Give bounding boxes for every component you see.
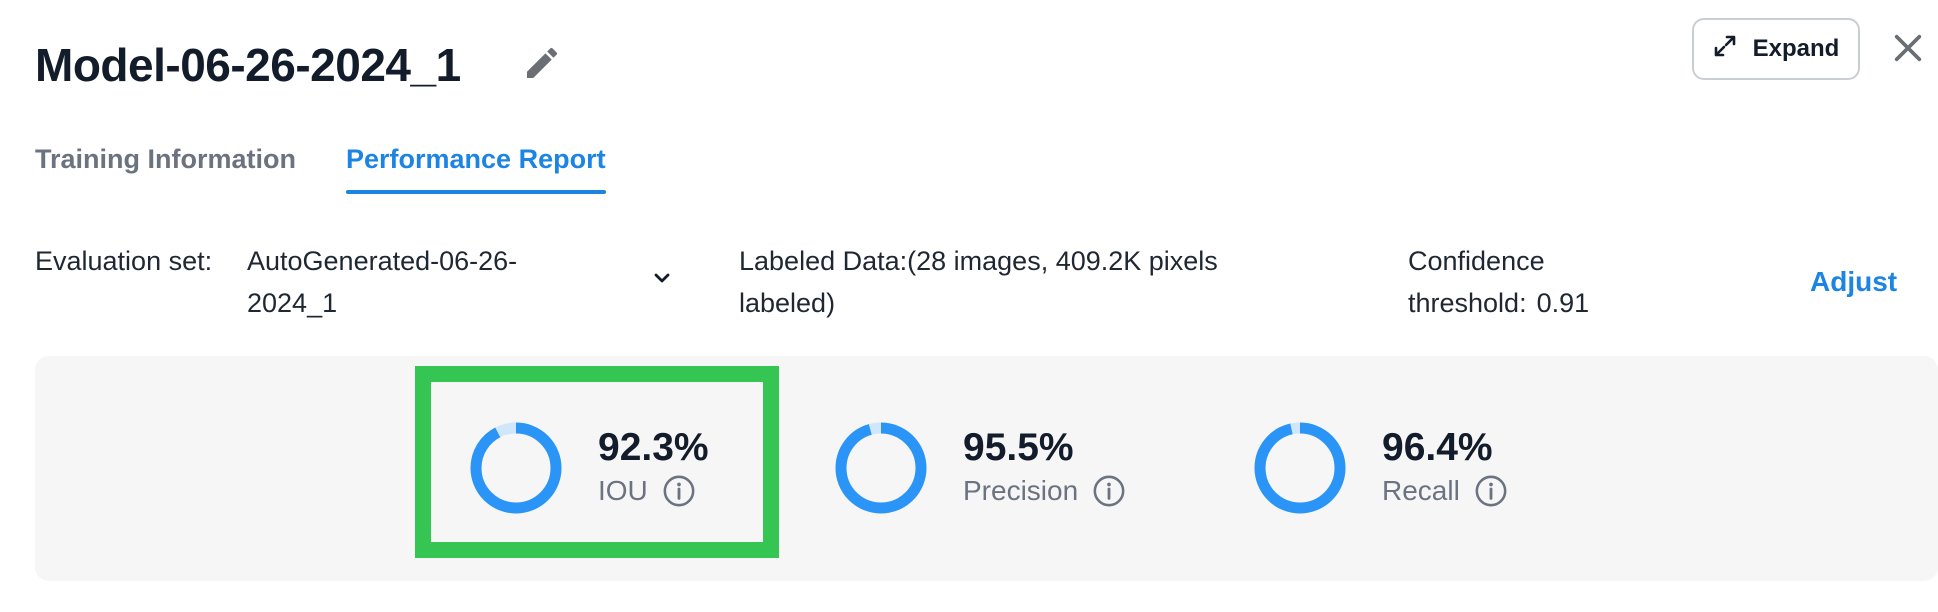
recall-label: Recall	[1382, 475, 1460, 506]
info-icon[interactable]	[1474, 474, 1508, 508]
chevron-down-icon	[650, 266, 674, 295]
labeled-data-info: Labeled Data:(28 images, 409.2K pixels l…	[739, 246, 1218, 318]
tab-performance-report[interactable]: Performance Report	[346, 136, 606, 194]
recall-progress-ring	[1254, 422, 1346, 514]
expand-button[interactable]: Expand	[1692, 18, 1860, 80]
ring-progress-arc	[1254, 422, 1346, 514]
info-icon[interactable]	[1092, 474, 1126, 508]
recall-value: 96.4%	[1382, 426, 1493, 469]
iou-label: IOU	[598, 475, 648, 506]
expand-label: Expand	[1752, 35, 1840, 62]
precision-label: Precision	[963, 475, 1079, 506]
tab-bar: Training Information Performance Report	[35, 136, 606, 194]
tab-training-information[interactable]: Training Information	[35, 136, 296, 194]
confidence-threshold-value: 0.91	[1536, 288, 1590, 318]
close-icon	[1891, 31, 1925, 70]
metric-recall: 96.4% Recall	[1250, 418, 1508, 518]
confidence-threshold-label: Confidence threshold:	[1408, 246, 1545, 318]
metric-iou: 92.3% IOU	[466, 418, 709, 518]
precision-progress-ring	[835, 422, 927, 514]
ring-progress-arc	[835, 422, 927, 514]
info-icon[interactable]	[662, 474, 696, 508]
adjust-link[interactable]: Adjust	[1810, 260, 1897, 304]
precision-value: 95.5%	[963, 426, 1074, 469]
close-button[interactable]	[1886, 28, 1930, 72]
iou-progress-ring	[470, 422, 562, 514]
page-title: Model-06-26-2024_1	[35, 39, 461, 91]
evaluation-set-value[interactable]: AutoGenerated-06-26-2024_1	[247, 240, 577, 324]
iou-value: 92.3%	[598, 426, 709, 469]
expand-arrows-icon	[1713, 34, 1737, 65]
pencil-icon	[522, 43, 562, 88]
metric-precision: 95.5% Precision	[831, 418, 1126, 518]
evaluation-set-label: Evaluation set:	[35, 246, 213, 276]
confidence-threshold-info: Confidence threshold: 0.91	[1408, 240, 1668, 324]
evaluation-set-dropdown[interactable]	[644, 262, 680, 298]
edit-title-button[interactable]	[520, 43, 564, 87]
ring-progress-arc	[470, 422, 562, 514]
